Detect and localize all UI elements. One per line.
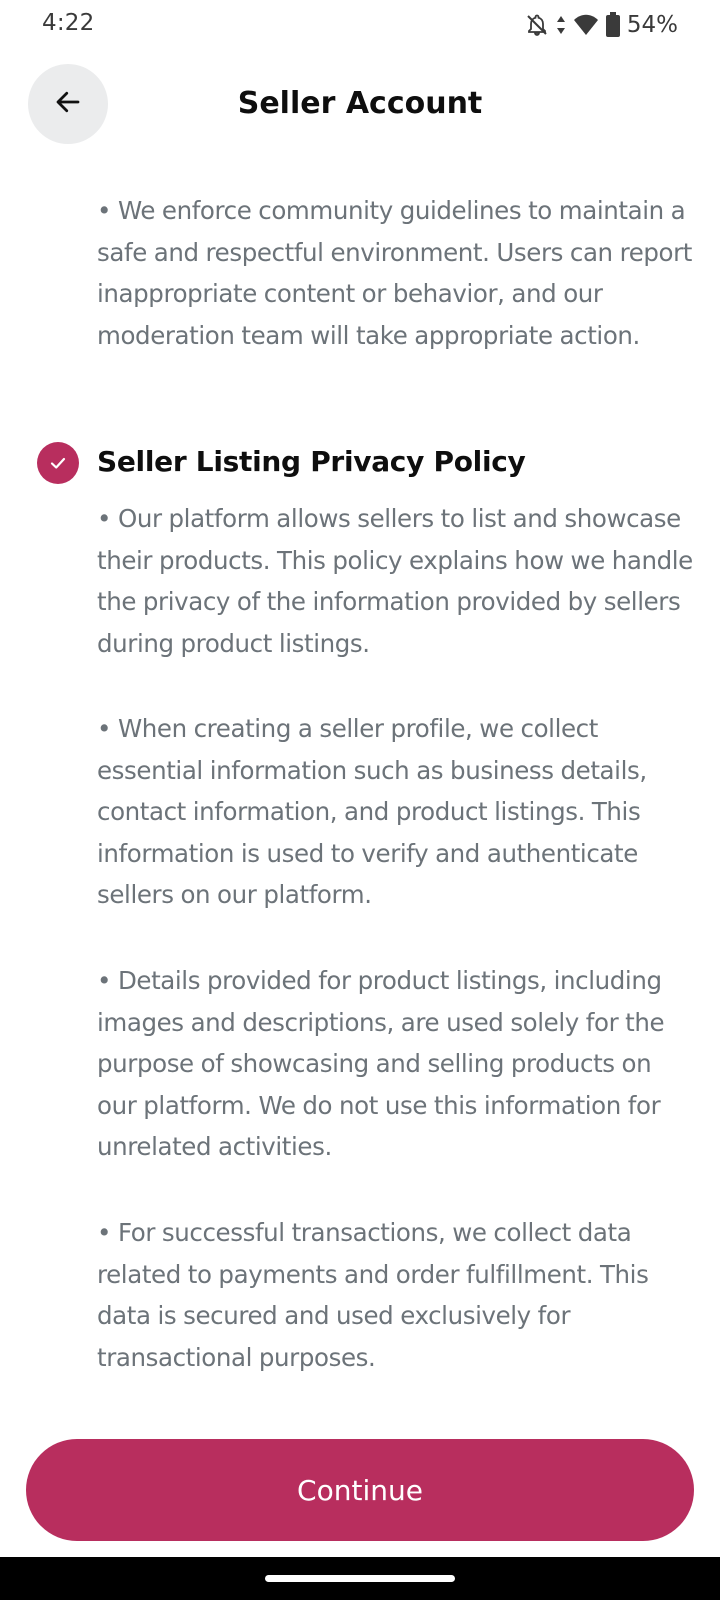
- page-title: Seller Account: [237, 86, 483, 121]
- back-button[interactable]: [28, 64, 108, 144]
- status-time: 4:22: [42, 10, 95, 36]
- battery-percent: 54%: [626, 12, 678, 38]
- policy-paragraph: • Details provided for product listings,…: [97, 966, 665, 1161]
- section-heading: Seller Listing Privacy Policy: [97, 445, 526, 478]
- policy-paragraph: • For successful transactions, we collec…: [97, 1218, 649, 1372]
- wifi-icon: [573, 14, 599, 36]
- policy-paragraph: • When creating a seller profile, we col…: [97, 714, 647, 909]
- home-handle[interactable]: [265, 1575, 455, 1582]
- intro-paragraph: • We enforce community guidelines to mai…: [97, 196, 692, 350]
- navigation-bar: [0, 1557, 720, 1600]
- status-bar: 4:22 54%: [0, 0, 720, 52]
- header: Seller Account: [0, 64, 720, 146]
- status-icons: 54%: [525, 10, 678, 40]
- bell-off-icon: [525, 13, 549, 37]
- checkmark-icon[interactable]: [37, 442, 79, 484]
- continue-button[interactable]: Continue: [26, 1439, 694, 1541]
- data-arrows-icon: [555, 13, 567, 37]
- policy-paragraph: • Our platform allows sellers to list an…: [97, 504, 693, 658]
- battery-icon: [605, 12, 621, 38]
- arrow-left-icon: [53, 87, 83, 121]
